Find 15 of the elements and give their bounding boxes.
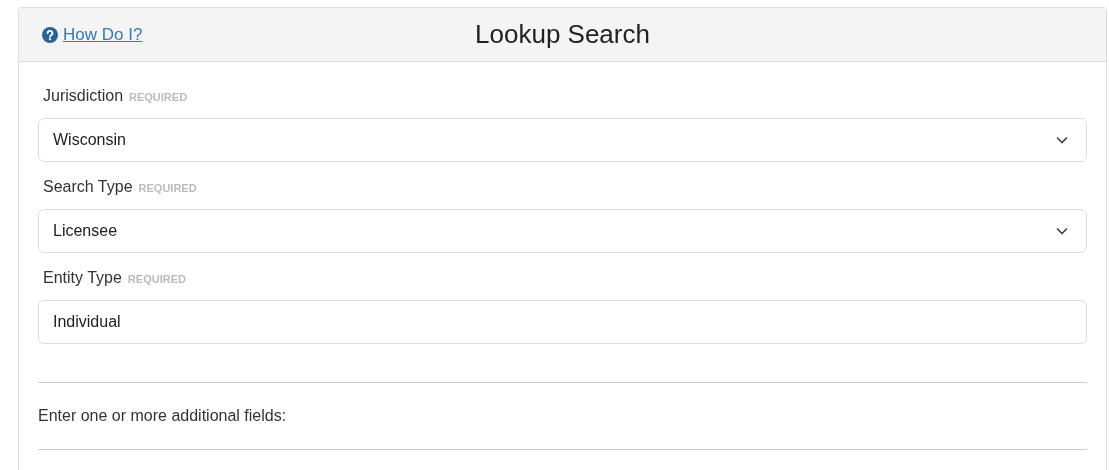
required-tag: REQUIRED	[129, 89, 188, 106]
field-label: Entity Type	[43, 268, 122, 288]
field-label: Search Type	[43, 177, 133, 197]
dropdown-field[interactable]: Wisconsin	[38, 118, 1087, 162]
panel-title: Lookup Search	[475, 18, 650, 51]
help-icon	[42, 26, 58, 43]
chevron-down-icon	[1056, 136, 1068, 144]
instruction-text: Enter one or more additional fields:	[38, 406, 288, 426]
required-tag: REQUIRED	[138, 180, 197, 197]
text-field[interactable]: Individual	[38, 300, 1087, 344]
dropdown-field[interactable]: Licensee	[38, 209, 1087, 253]
field-label: Jurisdiction	[43, 86, 124, 106]
how-do-i-link[interactable]: How Do I?	[63, 22, 143, 48]
chevron-down-icon	[1056, 227, 1068, 235]
required-tag: REQUIRED	[127, 271, 186, 288]
